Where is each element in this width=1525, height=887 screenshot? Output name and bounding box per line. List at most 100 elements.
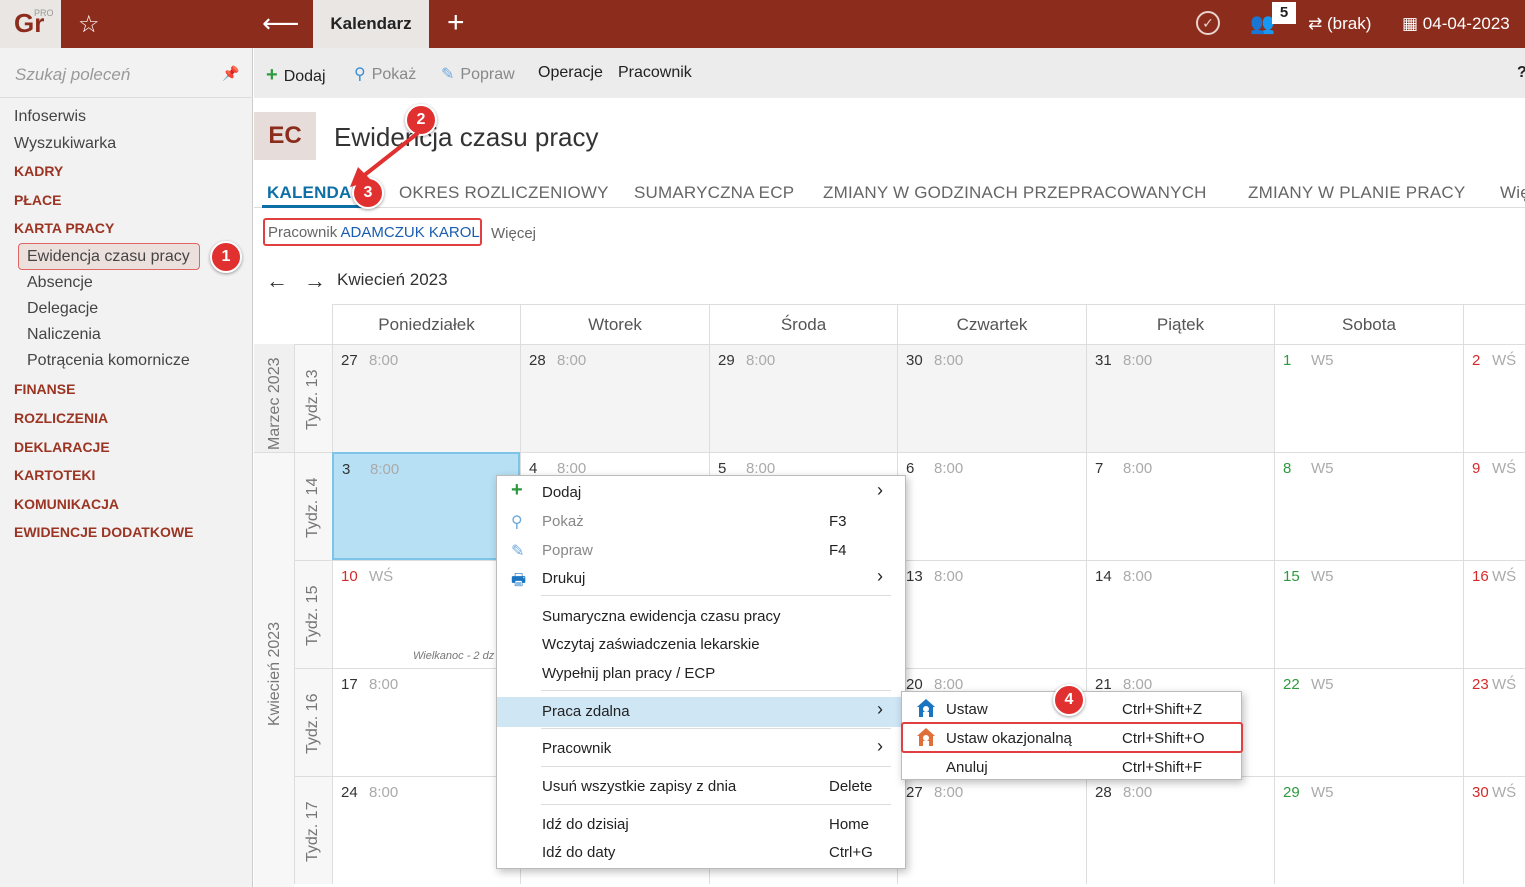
day-cell[interactable]: 2 WŚ bbox=[1463, 344, 1525, 452]
day-cell[interactable]: 16 WŚ bbox=[1463, 560, 1525, 668]
sidebar-item-15[interactable]: EWIDENCJE DODATKOWE bbox=[14, 524, 193, 540]
context-menu-shortcut: Delete bbox=[829, 778, 873, 795]
day-cell[interactable]: 1 W5 bbox=[1274, 344, 1463, 452]
edit-button[interactable]: ✎ Popraw bbox=[441, 64, 515, 84]
day-cell[interactable]: 17 8:00 bbox=[332, 668, 520, 776]
day-cell[interactable]: 15 W5 bbox=[1274, 560, 1463, 668]
user-context[interactable]: ⇄ (brak) bbox=[1308, 14, 1371, 34]
day-cell[interactable]: 30 8:00 bbox=[897, 344, 1086, 452]
menu-separator bbox=[541, 595, 891, 596]
day-hours: 8:00 bbox=[1123, 568, 1153, 585]
sidebar-item-8[interactable]: Naliczenia bbox=[27, 326, 101, 344]
day-cell[interactable]: 14 8:00 bbox=[1086, 560, 1274, 668]
day-cell[interactable]: 24 8:00 bbox=[332, 776, 520, 884]
operations-menu[interactable]: Operacje bbox=[538, 64, 603, 82]
context-menu-item-4[interactable]: Sumaryczna ewidencja czasu pracy bbox=[497, 602, 905, 630]
context-menu-item-9[interactable]: Usuń wszystkie zapisy z dnia Delete bbox=[497, 772, 905, 800]
day-cell[interactable]: 9 WŚ bbox=[1463, 452, 1525, 560]
context-menu-item-7[interactable]: Praca zdalna › bbox=[497, 697, 905, 727]
command-search[interactable]: Szukaj poleceń 📌 bbox=[0, 48, 253, 98]
context-menu-item-0[interactable]: + Dodaj › bbox=[497, 478, 905, 506]
sidebar-item-7[interactable]: Delegacje bbox=[27, 300, 98, 318]
tab-kalendarz[interactable]: Kalendarz bbox=[313, 0, 429, 48]
day-cell[interactable]: 29 W5 bbox=[1274, 776, 1463, 884]
employee-menu[interactable]: Pracownik bbox=[618, 64, 692, 82]
tab-zmiany-planu[interactable]: ZMIANY W PLANIE PRACY bbox=[1248, 183, 1465, 203]
new-tab-plus-icon[interactable]: + bbox=[447, 6, 465, 40]
day-cell[interactable]: 27 8:00 bbox=[897, 776, 1086, 884]
submenu-shortcut: Ctrl+Shift+F bbox=[1122, 759, 1203, 776]
day-cell[interactable]: 28 8:00 bbox=[1086, 776, 1274, 884]
day-cell[interactable]: 29 8:00 bbox=[709, 344, 897, 452]
day-number: 2 bbox=[1472, 352, 1481, 369]
day-cell[interactable]: 27 8:00 bbox=[332, 344, 520, 452]
day-number: 28 bbox=[529, 352, 546, 369]
day-cell[interactable]: 23 WŚ bbox=[1463, 668, 1525, 776]
check-circle-icon[interactable]: ✓ bbox=[1196, 11, 1220, 35]
user-switch-icon: ⇄ bbox=[1308, 14, 1327, 33]
sidebar-item-2[interactable]: KADRY bbox=[14, 163, 63, 179]
day-cell[interactable]: 13 8:00 bbox=[897, 560, 1086, 668]
sidebar-item-5[interactable]: Ewidencja czasu pracy bbox=[27, 248, 190, 266]
user-label: (brak) bbox=[1326, 14, 1372, 33]
context-menu-item-5[interactable]: Wczytaj zaświadczenia lekarskie bbox=[497, 630, 905, 658]
day-cell[interactable]: 8 W5 bbox=[1274, 452, 1463, 560]
menu-separator bbox=[541, 766, 891, 767]
app-logo[interactable]: Gr PRO bbox=[0, 0, 61, 48]
context-menu-item-8[interactable]: Pracownik › bbox=[497, 734, 905, 762]
sidebar-item-10[interactable]: FINANSE bbox=[14, 381, 75, 397]
active-tab-underline bbox=[262, 205, 372, 208]
sidebar-item-6[interactable]: Absencje bbox=[27, 274, 93, 292]
sidebar-item-12[interactable]: DEKLARACJE bbox=[14, 439, 110, 455]
prev-month-arrow-icon[interactable]: ← bbox=[266, 268, 288, 294]
sidebar-item-9[interactable]: Potrącenia komornicze bbox=[27, 352, 190, 370]
tabs-divider bbox=[254, 207, 1525, 208]
context-menu-item-3[interactable]: 🖶 Drukuj › bbox=[497, 564, 905, 592]
employee-filter[interactable]: Pracownik ADAMCZUK KAROL bbox=[263, 218, 482, 246]
sidebar-item-1[interactable]: Wyszukiwarka bbox=[14, 135, 116, 153]
day-cell[interactable]: 7 8:00 bbox=[1086, 452, 1274, 560]
add-label: Dodaj bbox=[283, 68, 326, 85]
context-menu-item-2[interactable]: ✎ Popraw F4 bbox=[497, 536, 905, 564]
star-icon[interactable]: ☆ bbox=[78, 10, 100, 39]
next-month-arrow-icon[interactable]: → bbox=[304, 268, 326, 294]
submenu-shortcut: Ctrl+Shift+Z bbox=[1122, 701, 1203, 718]
more-filters-link[interactable]: Więcej bbox=[491, 225, 536, 242]
tab-more[interactable]: Więc bbox=[1500, 183, 1525, 203]
context-menu-item-10[interactable]: Idź do dzisiaj Home bbox=[497, 810, 905, 838]
context-menu-item-1[interactable]: ⚲ Pokaż F3 bbox=[497, 507, 905, 535]
day-cell[interactable]: 28 8:00 bbox=[520, 344, 709, 452]
submenu-label: Anuluj bbox=[946, 759, 988, 776]
context-menu-label: Praca zdalna bbox=[542, 703, 630, 720]
day-cell[interactable]: 3 8:00 bbox=[332, 452, 520, 560]
context-menu-item-6[interactable]: Wypełnij plan pracy / ECP bbox=[497, 659, 905, 687]
day-cell[interactable]: 6 8:00 bbox=[897, 452, 1086, 560]
date-display[interactable]: ▦ 04-04-2023 bbox=[1402, 14, 1510, 34]
sidebar-item-11[interactable]: ROZLICZENIA bbox=[14, 410, 108, 426]
day-cell[interactable]: 31 8:00 bbox=[1086, 344, 1274, 452]
sidebar-item-13[interactable]: KARTOTEKI bbox=[14, 467, 95, 483]
submenu-item-2[interactable]: Anuluj Ctrl+Shift+F bbox=[902, 752, 1241, 780]
help-icon[interactable]: ? bbox=[1517, 64, 1525, 82]
day-hours: WŚ bbox=[1492, 784, 1517, 801]
sidebar-item-3[interactable]: PŁACE bbox=[14, 192, 61, 208]
add-button[interactable]: + Dodaj bbox=[266, 64, 326, 87]
tab-okres-rozliczeniowy[interactable]: OKRES ROZLICZENIOWY bbox=[399, 183, 609, 203]
context-menu-item-11[interactable]: Idź do daty Ctrl+G bbox=[497, 838, 905, 866]
sidebar-item-4[interactable]: KARTA PRACY bbox=[14, 220, 114, 236]
day-number: 14 bbox=[1095, 568, 1112, 585]
sidebar-item-0[interactable]: Infoserwis bbox=[14, 108, 86, 126]
pin-icon[interactable]: 📌 bbox=[222, 65, 239, 82]
day-cell[interactable]: 30 WŚ bbox=[1463, 776, 1525, 884]
back-arrow-icon[interactable]: ⟵ bbox=[262, 8, 299, 39]
day-hours: W5 bbox=[1311, 568, 1334, 585]
show-button[interactable]: ⚲ Pokaż bbox=[354, 64, 416, 84]
tab-sumaryczna-ecp[interactable]: SUMARYCZNA ECP bbox=[634, 183, 794, 203]
top-bar bbox=[0, 0, 1525, 48]
tab-zmiany-godzin[interactable]: ZMIANY W GODZINACH PRZEPRACOWANYCH bbox=[823, 183, 1207, 203]
sidebar-item-14[interactable]: KOMUNIKACJA bbox=[14, 496, 119, 512]
day-cell[interactable]: 22 W5 bbox=[1274, 668, 1463, 776]
context-menu-label: Popraw bbox=[542, 542, 593, 559]
day-number: 8 bbox=[1283, 460, 1292, 477]
search-input[interactable]: Szukaj poleceń bbox=[15, 65, 130, 85]
